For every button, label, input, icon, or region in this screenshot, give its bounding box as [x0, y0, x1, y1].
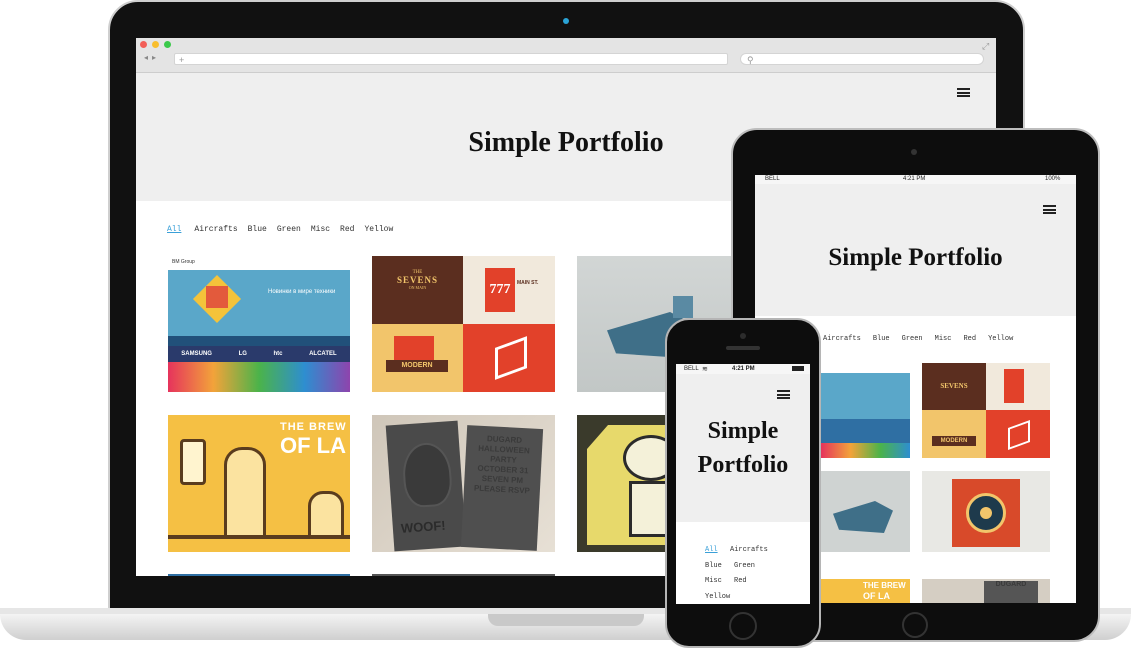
tablet-carrier: BELL — [765, 176, 780, 182]
brewery-text-2: OF LA — [280, 433, 346, 458]
tablet-filter-green[interactable]: Green — [902, 335, 923, 343]
laptop-camera — [563, 18, 569, 24]
laptop-notch — [488, 614, 644, 626]
tablet-filter-aircrafts[interactable]: Aircrafts — [823, 335, 861, 343]
bm-headline: Новинки в мире техники — [268, 289, 336, 295]
filter-aircrafts[interactable]: Aircrafts — [194, 225, 237, 234]
filter-green[interactable]: Green — [277, 225, 301, 234]
tablet-item-eye-book[interactable] — [922, 471, 1050, 552]
close-window-button[interactable] — [140, 41, 147, 48]
tablet-time: 4:21 PM — [903, 176, 926, 182]
phone-filter-aircrafts[interactable]: Aircrafts — [730, 546, 768, 554]
phone-screen: BELL ≋ 4:21 PM Simple Portfolio All Aircr… — [676, 364, 810, 604]
tablet-item-paper-aircraft[interactable] — [821, 471, 910, 552]
browser-search-field[interactable]: ⚲ — [740, 53, 984, 65]
phone-menu-icon[interactable] — [777, 390, 790, 399]
hamburger-menu-icon[interactable] — [957, 88, 970, 97]
tablet-camera — [911, 149, 917, 155]
main-st-label: MAIN ST. — [517, 280, 539, 286]
tablet-sevens-label: SEVENS — [922, 363, 986, 410]
phone-filter-all[interactable]: All — [705, 543, 730, 559]
tablet-filter-blue[interactable]: Blue — [873, 335, 890, 343]
tablet-menu-icon[interactable] — [1043, 205, 1056, 214]
portfolio-item-woof[interactable]: WOOF! DUGARD HALLOWEEN PARTY OCTOBER 31 … — [372, 415, 555, 552]
portfolio-item-next-1[interactable] — [168, 574, 350, 576]
modern-label: MODERN — [386, 360, 448, 372]
tablet-item-brewery[interactable]: THE BREW OF LA — [821, 579, 910, 603]
filter-blue[interactable]: Blue — [248, 225, 267, 234]
tablet-home-button[interactable] — [902, 612, 928, 638]
phone-title-line1: Simple — [707, 418, 779, 444]
tablet-filter-yellow[interactable]: Yellow — [988, 335, 1013, 343]
category-filters: All Aircrafts Blue Green Misc Red Yellow — [167, 225, 393, 234]
filter-red[interactable]: Red — [340, 225, 354, 234]
battery-icon — [792, 366, 804, 371]
brand-lg: LG — [238, 351, 247, 357]
tablet-brewery-text-2: OF LA — [863, 591, 890, 601]
tablet-item-bm-group[interactable] — [821, 363, 910, 458]
browser-nav-buttons[interactable]: ◂▸ — [144, 53, 160, 62]
tablet-brewery-text: THE BREW — [863, 581, 906, 590]
sevens-line3: ON MAIN — [408, 285, 427, 290]
tablet-battery: 100% — [1045, 176, 1061, 182]
phone-carrier: BELL — [684, 366, 699, 372]
expand-icon[interactable]: ⤢ — [982, 41, 989, 52]
tablet-filter-red[interactable]: Red — [963, 335, 976, 343]
brewery-text: THE BREW — [280, 421, 347, 433]
sevens-line2: SEVENS — [396, 275, 438, 285]
phone-hero: Simple Portfolio — [676, 374, 810, 522]
wifi-icon: ≋ — [702, 366, 708, 373]
phone-site-title: Simple Portfolio — [676, 414, 810, 482]
plus-icon[interactable]: + — [179, 55, 184, 65]
phone-filter-yellow[interactable]: Yellow — [705, 593, 730, 601]
bm-logo: BM Group — [168, 256, 350, 270]
minimize-window-button[interactable] — [152, 41, 159, 48]
brand-alcatel: ALCATEL — [309, 351, 337, 357]
tablet-site-title: Simple Portfolio — [828, 244, 1003, 271]
tablet-item-sevens[interactable]: SEVENS MODERN — [922, 363, 1050, 458]
portfolio-item-brewery[interactable]: THE BREW OF LA — [168, 415, 350, 552]
filter-misc[interactable]: Misc — [311, 225, 330, 234]
tablet-category-filters: Aircrafts Blue Green Misc Red Yellow — [823, 335, 1013, 343]
phone-time: 4:21 PM — [732, 366, 755, 372]
tablet-hero: Simple Portfolio — [755, 184, 1076, 316]
portfolio-item-sevens[interactable]: THE SEVENS ON MAIN 777 MAIN ST. MODERN — [372, 256, 555, 392]
phone-category-filters: All Aircrafts Blue Green Misc Red Yellow — [705, 543, 768, 604]
brand-htc: htc — [273, 351, 283, 357]
woof-text: WOOF! — [400, 517, 447, 536]
phone-status-bar: BELL ≋ 4:21 PM — [676, 364, 810, 374]
phone-filter-misc[interactable]: Misc — [705, 574, 734, 590]
phone-home-button[interactable] — [729, 612, 757, 640]
tablet-dugard-text: DUGARD — [984, 581, 1038, 603]
address-bar[interactable]: + — [174, 53, 728, 65]
tablet-modern-label: MODERN — [932, 436, 976, 446]
phone-title-line2: Portfolio — [697, 452, 789, 478]
tablet-status-bar: BELL 4:21 PM 100% — [755, 175, 1076, 184]
sevens-number: 777 — [485, 268, 515, 312]
portfolio-item-next-2[interactable] — [372, 574, 555, 576]
maximize-window-button[interactable] — [164, 41, 171, 48]
phone-filter-blue[interactable]: Blue — [705, 559, 734, 575]
filter-yellow[interactable]: Yellow — [364, 225, 393, 234]
phone-filter-red[interactable]: Red — [734, 577, 747, 585]
phone-speaker — [726, 346, 760, 350]
browser-chrome: ◂▸ + ⚲ ⤢ — [136, 38, 996, 73]
tablet-filter-misc[interactable]: Misc — [935, 335, 952, 343]
filter-all[interactable]: All — [167, 225, 181, 234]
dugard-text: DUGARD HALLOWEEN PARTY OCTOBER 31 SEVEN … — [473, 434, 531, 496]
phone-camera — [740, 333, 746, 339]
brand-samsung: SAMSUNG — [181, 351, 212, 357]
search-icon: ⚲ — [747, 55, 754, 65]
portfolio-item-bm-group[interactable]: BM Group Новинки в мире техники SAMSUNG … — [168, 256, 350, 392]
phone-filter-green[interactable]: Green — [734, 562, 755, 570]
tablet-item-woof[interactable]: DUGARD — [922, 579, 1050, 603]
